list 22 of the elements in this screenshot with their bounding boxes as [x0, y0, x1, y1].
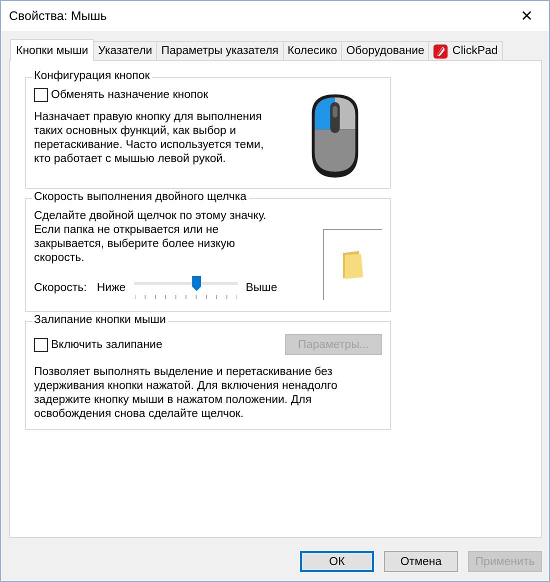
tab[interactable]: Кнопки мыши: [10, 39, 94, 61]
group-title: Залипание кнопки мыши: [32, 314, 168, 326]
group-title: Скорость выполнения двойного щелчка: [32, 191, 249, 203]
folder-icon: [341, 250, 365, 280]
description: Сделайте двойной щелчок по этому значку. Если папка не открывается или не закрывается, выберите более низкую скорость.: [34, 209, 268, 265]
dialog-button[interactable]: ОК: [300, 551, 374, 572]
description: Назначает правую кнопку для выполнения таких основных функций, как выбор и перетаскивание. Часто используется теми, кто работает с мышью левой рукой.: [34, 110, 265, 166]
window-title: Свойства: Мышь: [9, 9, 107, 23]
group-title: Конфигурация кнопок: [32, 70, 152, 82]
slider-max-label: Выше: [246, 282, 278, 294]
close-button[interactable]: ✕: [505, 1, 549, 31]
checkbox-label[interactable]: Обменять назначение кнопок: [51, 89, 208, 101]
checkbox[interactable]: [34, 88, 48, 102]
checkbox[interactable]: [34, 338, 48, 352]
test-area[interactable]: [323, 229, 382, 300]
tab[interactable]: ClickPad: [428, 41, 503, 60]
description: Позволяет выполнять выделение и перетаскивание без удерживания кнопки нажатой. Для включения ненадолго задержите кнопку мыши в нажатом положении. Для освобождения снова сделайте щелчок.: [34, 365, 338, 421]
dialog-button[interactable]: Отмена: [384, 551, 458, 572]
speed-label: Скорость:: [34, 282, 87, 294]
slider-min-label: Ниже: [96, 282, 126, 294]
slider-thumb[interactable]: [192, 276, 202, 291]
checkbox-label[interactable]: Включить залипание: [51, 338, 162, 350]
